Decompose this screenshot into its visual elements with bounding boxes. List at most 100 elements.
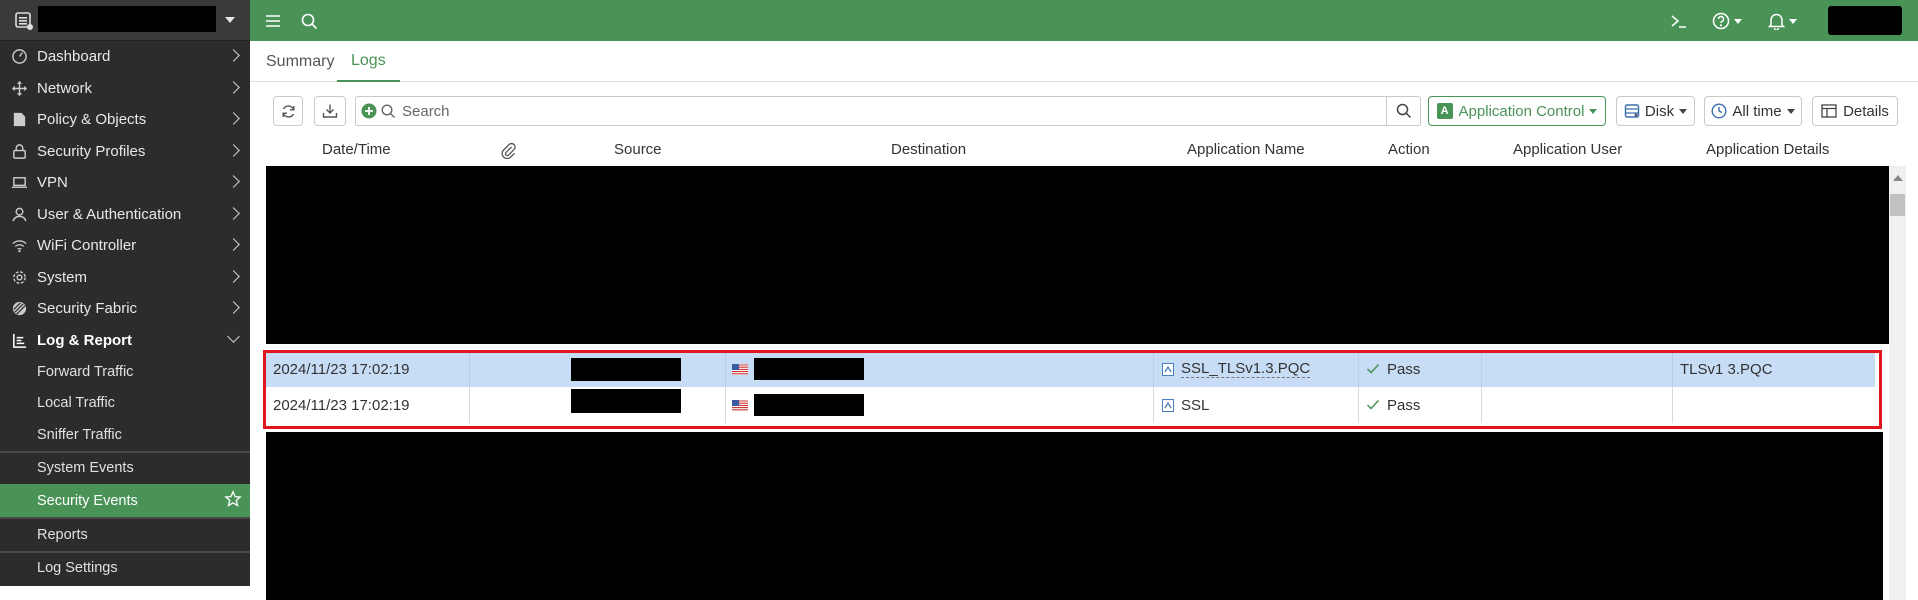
time-range-dropdown[interactable]: All time	[1704, 96, 1802, 126]
sidebar-item-network[interactable]: Network	[0, 73, 250, 105]
chevron-right-icon	[227, 112, 240, 125]
report-icon	[10, 331, 28, 349]
bell-icon	[1767, 13, 1785, 30]
sidebar-subitem-label: Sniffer Traffic	[37, 426, 122, 443]
device-selector[interactable]	[0, 0, 250, 41]
sidebar-item-security-fabric[interactable]: Security Fabric	[0, 293, 250, 325]
redacted-log-rows	[266, 432, 1883, 600]
help-menu-button[interactable]	[1710, 10, 1744, 32]
chevron-down-icon	[1788, 18, 1797, 24]
tab-bar: Summary Logs	[250, 41, 1918, 82]
lock-icon	[10, 142, 28, 160]
sidebar-item-log-report[interactable]: Log & Report	[0, 324, 250, 356]
details-label: Details	[1843, 102, 1889, 120]
add-filter-icon[interactable]	[361, 103, 377, 119]
sidebar-item-policy-objects[interactable]: Policy & Objects	[0, 104, 250, 136]
refresh-button[interactable]	[273, 96, 303, 126]
sidebar-item-label: Policy & Objects	[37, 111, 147, 129]
chevron-down-icon	[1679, 108, 1688, 114]
tab-logs[interactable]: Logs	[337, 41, 400, 82]
sidebar-item-label: System	[37, 268, 88, 286]
column-header-application-name[interactable]: Application Name	[1187, 141, 1305, 158]
sidebar-subitem-reports[interactable]: Reports	[0, 519, 250, 551]
log-table-header: Date/Time Source Destination Application…	[266, 139, 1896, 165]
clock-icon	[1711, 103, 1727, 119]
log-toolbar: A Application Control Disk All time Deta…	[273, 96, 1903, 126]
sidebar: Dashboard Network Policy & Objects Secur…	[0, 0, 250, 586]
sidebar-item-label: Dashboard	[37, 48, 111, 66]
redacted-log-rows	[266, 166, 1889, 344]
sidebar-subitem-label: Security Events	[37, 492, 138, 509]
tab-summary[interactable]: Summary	[266, 41, 334, 82]
column-header-action[interactable]: Action	[1388, 141, 1430, 158]
redacted-hostname	[38, 6, 216, 32]
column-header-application-user[interactable]: Application User	[1513, 141, 1622, 158]
log-type-dropdown[interactable]: A Application Control	[1428, 96, 1606, 126]
sidebar-item-label: WiFi Controller	[37, 237, 137, 255]
chevron-down-icon	[1734, 18, 1742, 24]
sidebar-item-label: Security Fabric	[37, 300, 138, 318]
sidebar-subitem-label: Log Settings	[37, 560, 118, 577]
log-type-label: Application Control	[1458, 102, 1585, 120]
sidebar-item-security-profiles[interactable]: Security Profiles	[0, 136, 250, 168]
sidebar-subitem-sniffer-traffic[interactable]: Sniffer Traffic	[0, 419, 250, 451]
fabric-icon	[10, 300, 28, 318]
scrollbar-thumb[interactable]	[1890, 194, 1905, 216]
search-icon	[301, 13, 317, 29]
laptop-icon	[10, 174, 28, 192]
chevron-right-icon	[227, 175, 240, 188]
menu-toggle-button[interactable]	[262, 10, 284, 32]
column-header-application-details[interactable]: Application Details	[1706, 141, 1829, 158]
log-source-dropdown[interactable]: Disk	[1616, 96, 1695, 126]
search-submit-button[interactable]	[1386, 97, 1420, 125]
chevron-down-icon	[1786, 108, 1795, 114]
chevron-down-icon[interactable]	[225, 17, 235, 23]
sidebar-subitem-system-events[interactable]: System Events	[0, 452, 250, 484]
sidebar-subitem-log-settings[interactable]: Log Settings	[0, 552, 250, 584]
sidebar-item-vpn[interactable]: VPN	[0, 167, 250, 199]
tab-label: Logs	[351, 51, 386, 69]
notifications-button[interactable]	[1765, 10, 1799, 32]
top-bar	[250, 0, 1918, 41]
terminal-icon	[1671, 15, 1686, 28]
sidebar-item-label: User & Authentication	[37, 205, 182, 223]
table-scrollbar[interactable]	[1889, 166, 1906, 600]
refresh-icon	[282, 104, 294, 118]
gear-icon	[10, 268, 28, 286]
search-input[interactable]	[402, 102, 1362, 120]
log-source-label: Disk	[1644, 102, 1675, 120]
star-icon[interactable]	[224, 490, 242, 508]
sidebar-item-dashboard[interactable]: Dashboard	[0, 41, 250, 73]
global-search-button[interactable]	[298, 10, 320, 32]
highlight-annotation	[263, 350, 1882, 429]
log-search-bar[interactable]	[355, 96, 1421, 126]
column-header-datetime[interactable]: Date/Time	[322, 141, 391, 158]
sidebar-item-user-authentication[interactable]: User & Authentication	[0, 199, 250, 231]
chevron-right-icon	[227, 143, 240, 157]
user-icon	[10, 205, 28, 223]
sidebar-subitem-local-traffic[interactable]: Local Traffic	[0, 387, 250, 419]
download-icon	[322, 104, 338, 118]
details-toggle-button[interactable]: Details	[1812, 96, 1898, 126]
search-icon	[1396, 103, 1411, 119]
wifi-icon	[10, 237, 28, 255]
cli-console-button[interactable]	[1667, 10, 1691, 32]
sidebar-item-wifi-controller[interactable]: WiFi Controller	[0, 230, 250, 262]
chevron-right-icon	[227, 301, 240, 314]
sidebar-item-system[interactable]: System	[0, 262, 250, 294]
policy-icon	[10, 111, 28, 129]
sidebar-subitem-security-events[interactable]: Security Events	[0, 484, 250, 517]
attachment-icon[interactable]	[501, 142, 516, 159]
scroll-up-arrow-icon[interactable]	[1893, 175, 1903, 181]
application-control-icon: A	[1436, 103, 1453, 119]
help-icon	[1712, 12, 1730, 30]
download-button[interactable]	[314, 96, 346, 126]
search-icon	[381, 103, 395, 118]
chevron-down-icon	[227, 329, 240, 343]
hamburger-icon	[266, 15, 280, 27]
redacted-user-menu[interactable]	[1828, 6, 1902, 35]
column-header-source[interactable]: Source	[614, 141, 662, 158]
column-header-destination[interactable]: Destination	[891, 141, 966, 158]
sidebar-subitem-forward-traffic[interactable]: Forward Traffic	[0, 356, 250, 388]
sidebar-item-label: Log & Report	[37, 331, 132, 349]
